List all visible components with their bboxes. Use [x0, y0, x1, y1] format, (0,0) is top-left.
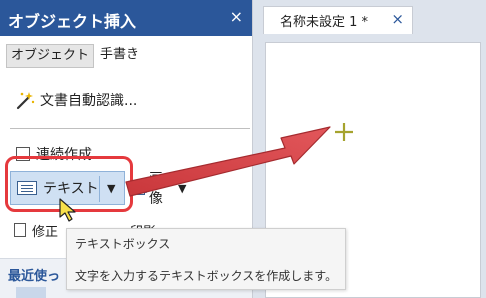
checkbox-box[interactable] — [16, 147, 30, 161]
edit-label: 修正 — [32, 224, 59, 240]
image-label: 画像 — [148, 171, 163, 207]
image-icon — [132, 181, 147, 195]
panel-close-icon[interactable]: × — [230, 7, 243, 26]
edit-button[interactable]: 修正 — [14, 220, 58, 240]
text-box-label: テキスト — [43, 181, 99, 197]
recent-item[interactable] — [16, 287, 46, 298]
magic-wand-icon — [16, 92, 35, 110]
document-tab[interactable]: 名称未設定 1 * × — [263, 6, 413, 34]
tab-object[interactable]: オブジェクト — [6, 44, 95, 68]
tooltip: テキストボックス 文字を入力するテキストボックスを作成します。 — [66, 228, 346, 290]
panel-tabbar: オブジェクト 手書き — [0, 36, 252, 74]
panel-title: オブジェクト挿入 — [8, 12, 137, 31]
chevron-down-icon[interactable]: ▼ — [107, 182, 115, 195]
chevron-down-icon[interactable]: ▼ — [178, 182, 186, 195]
image-button[interactable]: 画像 ▼ — [132, 171, 186, 207]
tab-handwriting[interactable]: 手書き — [96, 44, 143, 68]
document-icon — [14, 223, 26, 237]
split-separator — [99, 176, 100, 202]
divider — [10, 128, 250, 129]
close-icon[interactable]: × — [391, 10, 404, 28]
auto-detect-label: 文書自動認識... — [40, 93, 138, 109]
panel-header: オブジェクト挿入 × — [0, 0, 252, 36]
auto-detect-button[interactable]: 文書自動認識... — [14, 88, 137, 112]
tooltip-description: 文字を入力するテキストボックスを作成します。 — [75, 269, 338, 283]
mouse-cursor-icon — [59, 198, 76, 222]
tooltip-title: テキストボックス — [75, 237, 171, 251]
recent-label: 最近使っ — [8, 269, 61, 284]
text-box-icon — [17, 181, 37, 195]
document-tab-title: 名称未設定 1 * — [280, 15, 369, 30]
continuous-create-checkbox[interactable]: 連続作成 — [16, 144, 92, 164]
continuous-create-label: 連続作成 — [36, 147, 92, 163]
